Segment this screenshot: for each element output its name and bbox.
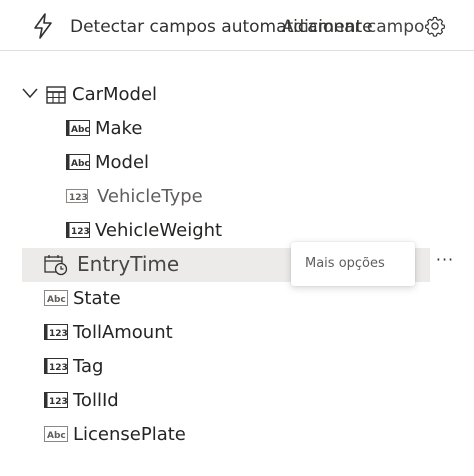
more-options-tooltip: Mais opções [291, 242, 415, 286]
chevron-down-icon[interactable] [22, 87, 38, 99]
svg-text:Abc: Abc [71, 125, 90, 135]
text-type-icon: Abc [66, 154, 90, 170]
field-label: Model [95, 152, 150, 173]
text-type-icon: Abc [66, 120, 90, 136]
field-label: LicensePlate [73, 424, 186, 445]
svg-text:123: 123 [49, 329, 68, 339]
table-icon [46, 86, 66, 104]
number-type-icon: 123 [66, 222, 90, 238]
svg-text:123: 123 [49, 397, 68, 407]
svg-text:Abc: Abc [71, 159, 90, 169]
more-options-button[interactable]: ··· [430, 252, 460, 276]
field-item-vehicletype[interactable]: 123 VehicleType [0, 180, 474, 214]
field-label: VehicleWeight [95, 220, 223, 241]
field-label: TollAmount [73, 322, 173, 343]
toolbar: Detectar campos automaticamente Adiciona… [0, 0, 474, 50]
field-label: EntryTime [77, 252, 180, 276]
lightning-bolt-icon[interactable] [32, 13, 54, 39]
field-item-licenseplate[interactable]: Abc LicensePlate [0, 418, 474, 452]
field-label: Tag [73, 356, 104, 377]
field-label: Make [95, 118, 143, 139]
svg-text:Abc: Abc [47, 431, 66, 441]
text-type-icon: Abc [44, 290, 68, 306]
field-label: TollId [73, 390, 119, 411]
svg-text:123: 123 [49, 363, 68, 373]
calendar-clock-icon [44, 255, 68, 276]
toolbar-divider [0, 50, 474, 51]
add-field-button[interactable]: Adicionar campo [282, 16, 424, 38]
field-item-tollamount[interactable]: 123 TollAmount [0, 316, 474, 350]
svg-text:123: 123 [71, 227, 90, 237]
tree-item-label: CarModel [72, 84, 158, 105]
tooltip-text: Mais opções [305, 256, 385, 271]
svg-text:123: 123 [69, 193, 88, 203]
field-label: VehicleType [97, 186, 203, 207]
svg-text:Abc: Abc [47, 295, 66, 305]
field-item-tollid[interactable]: 123 TollId [0, 384, 474, 418]
number-type-icon: 123 [66, 189, 88, 203]
number-type-icon: 123 [44, 358, 68, 374]
field-item-model[interactable]: Abc Model [0, 146, 474, 180]
field-item-state[interactable]: Abc State [0, 282, 474, 316]
number-type-icon: 123 [44, 324, 68, 340]
gear-icon[interactable] [424, 15, 446, 37]
field-item-make[interactable]: Abc Make [0, 112, 474, 146]
field-item-tag[interactable]: 123 Tag [0, 350, 474, 384]
number-type-icon: 123 [44, 392, 68, 408]
text-type-icon: Abc [44, 426, 68, 442]
field-label: State [73, 288, 121, 309]
tree-item-carmodel[interactable]: CarModel [0, 78, 474, 112]
